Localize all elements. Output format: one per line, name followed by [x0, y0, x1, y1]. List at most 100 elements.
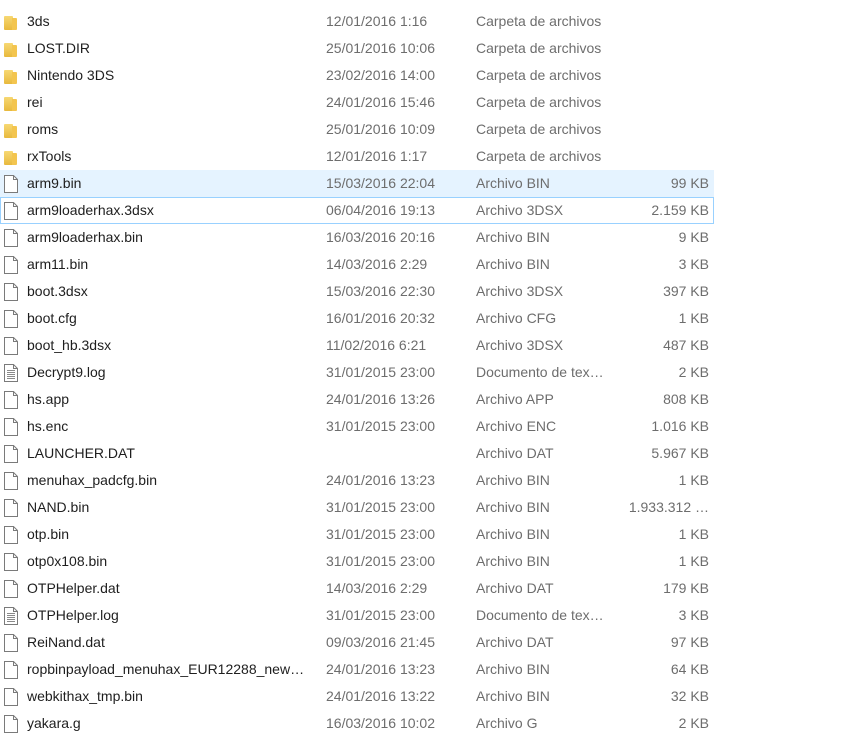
file-type: Documento de tex…: [476, 607, 604, 623]
file-size: 3 KB: [678, 607, 709, 623]
file-icon: [4, 499, 20, 517]
file-type: Archivo G: [476, 715, 538, 731]
file-icon: [4, 418, 20, 436]
file-row[interactable]: rei 24/01/2016 15:46 Carpeta de archivos: [0, 89, 714, 116]
file-icon: [4, 229, 20, 247]
file-row[interactable]: yakara.g 16/03/2016 10:02 Archivo G 2 KB: [0, 710, 714, 737]
file-size: [621, 117, 709, 142]
file-date-modified: 24/01/2016 13:23: [326, 661, 435, 677]
file-type: Documento de tex…: [476, 364, 604, 380]
icon-cell: [4, 630, 22, 655]
file-date-modified: 14/03/2016 2:29: [326, 580, 428, 596]
file-date-modified: 16/01/2016 20:32: [326, 310, 435, 326]
file-row[interactable]: ropbinpayload_menuhax_EUR12288_new… 24/0…: [0, 656, 714, 683]
file-date-modified: 25/01/2016 10:06: [326, 40, 435, 56]
file-row[interactable]: arm11.bin 14/03/2016 2:29 Archivo BIN 3 …: [0, 251, 714, 278]
file-row[interactable]: webkithax_tmp.bin 24/01/2016 13:22 Archi…: [0, 683, 714, 710]
file-icon: [4, 445, 20, 463]
icon-cell: [4, 306, 22, 331]
file-size: [621, 90, 709, 115]
file-name: boot.3dsx: [27, 283, 88, 299]
file-date-modified: [326, 441, 466, 466]
file-row[interactable]: arm9.bin 15/03/2016 22:04 Archivo BIN 99…: [0, 170, 714, 197]
icon-cell: [4, 603, 22, 628]
file-type: Carpeta de archivos: [476, 94, 602, 110]
file-row[interactable]: LAUNCHER.DAT Archivo DAT 5.967 KB: [0, 440, 714, 467]
file-row[interactable]: Decrypt9.log 31/01/2015 23:00 Documento …: [0, 359, 714, 386]
file-name: rei: [27, 94, 43, 110]
file-date-modified: 23/02/2016 14:00: [326, 67, 435, 83]
file-icon: [4, 202, 20, 220]
file-size: 97 KB: [670, 634, 709, 650]
file-name: LAUNCHER.DAT: [27, 445, 135, 461]
folder-icon: [4, 70, 17, 84]
icon-cell: [4, 117, 22, 142]
file-name: ReiNand.dat: [27, 634, 105, 650]
file-date-modified: 31/01/2015 23:00: [326, 364, 435, 380]
file-size: 487 KB: [663, 337, 709, 353]
file-name: yakara.g: [27, 715, 81, 731]
file-list: 3ds 12/01/2016 1:16 Carpeta de archivos …: [0, 8, 843, 737]
file-row[interactable]: otp0x108.bin 31/01/2015 23:00 Archivo BI…: [0, 548, 714, 575]
file-row[interactable]: roms 25/01/2016 10:09 Carpeta de archivo…: [0, 116, 714, 143]
file-type: Carpeta de archivos: [476, 13, 602, 29]
file-row[interactable]: boot.3dsx 15/03/2016 22:30 Archivo 3DSX …: [0, 278, 714, 305]
file-date-modified: 16/03/2016 10:02: [326, 715, 435, 731]
icon-cell: [4, 522, 22, 547]
file-size: 1.933.312 …: [628, 499, 709, 515]
file-row[interactable]: LOST.DIR 25/01/2016 10:06 Carpeta de arc…: [0, 35, 714, 62]
icon-cell: [4, 414, 22, 439]
file-type: Archivo ENC: [476, 418, 557, 434]
file-size: 9 KB: [678, 229, 709, 245]
file-icon: [4, 472, 20, 490]
file-date-modified: 31/01/2015 23:00: [326, 526, 435, 542]
icon-cell: [4, 252, 22, 277]
file-row[interactable]: hs.enc 31/01/2015 23:00 Archivo ENC 1.01…: [0, 413, 714, 440]
file-type: Archivo BIN: [476, 553, 550, 569]
file-date-modified: 31/01/2015 23:00: [326, 553, 435, 569]
file-size: 1 KB: [678, 553, 709, 569]
file-row[interactable]: 3ds 12/01/2016 1:16 Carpeta de archivos: [0, 8, 714, 35]
file-date-modified: 25/01/2016 10:09: [326, 121, 435, 137]
text-file-icon: [4, 364, 20, 382]
file-name: arm11.bin: [27, 256, 89, 272]
file-size: 2 KB: [678, 364, 709, 380]
icon-cell: [4, 9, 22, 34]
file-row[interactable]: OTPHelper.log 31/01/2015 23:00 Documento…: [0, 602, 714, 629]
file-type: Archivo DAT: [476, 580, 554, 596]
file-type: Archivo CFG: [476, 310, 557, 326]
folder-icon: [4, 16, 17, 30]
file-date-modified: 16/03/2016 20:16: [326, 229, 435, 245]
file-type: Archivo BIN: [476, 661, 550, 677]
file-row[interactable]: hs.app 24/01/2016 13:26 Archivo APP 808 …: [0, 386, 714, 413]
file-name: boot_hb.3dsx: [27, 337, 112, 353]
file-type: Archivo DAT: [476, 634, 554, 650]
file-name: roms: [27, 121, 59, 137]
file-type: Carpeta de archivos: [476, 40, 602, 56]
file-icon: [4, 688, 20, 706]
file-name: rxTools: [27, 148, 72, 164]
file-size: 32 KB: [670, 688, 709, 704]
file-row[interactable]: rxTools 12/01/2016 1:17 Carpeta de archi…: [0, 143, 714, 170]
file-name: OTPHelper.dat: [27, 580, 120, 596]
file-row[interactable]: boot_hb.3dsx 11/02/2016 6:21 Archivo 3DS…: [0, 332, 714, 359]
file-row[interactable]: boot.cfg 16/01/2016 20:32 Archivo CFG 1 …: [0, 305, 714, 332]
file-icon: [4, 715, 20, 733]
file-row[interactable]: ReiNand.dat 09/03/2016 21:45 Archivo DAT…: [0, 629, 714, 656]
icon-cell: [4, 90, 22, 115]
file-icon: [4, 526, 20, 544]
file-row[interactable]: menuhax_padcfg.bin 24/01/2016 13:23 Arch…: [0, 467, 714, 494]
file-row[interactable]: arm9loaderhax.bin 16/03/2016 20:16 Archi…: [0, 224, 714, 251]
file-date-modified: 15/03/2016 22:30: [326, 283, 435, 299]
file-row[interactable]: arm9loaderhax.3dsx 06/04/2016 19:13 Arch…: [0, 197, 714, 224]
file-row[interactable]: otp.bin 31/01/2015 23:00 Archivo BIN 1 K…: [0, 521, 714, 548]
file-size: 1 KB: [678, 526, 709, 542]
text-file-icon: [4, 607, 20, 625]
file-row[interactable]: Nintendo 3DS 23/02/2016 14:00 Carpeta de…: [0, 62, 714, 89]
file-name: otp0x108.bin: [27, 553, 108, 569]
file-size: 99 KB: [670, 175, 709, 191]
file-row[interactable]: NAND.bin 31/01/2015 23:00 Archivo BIN 1.…: [0, 494, 714, 521]
file-type: Archivo APP: [476, 391, 554, 407]
file-name: webkithax_tmp.bin: [27, 688, 143, 704]
file-row[interactable]: OTPHelper.dat 14/03/2016 2:29 Archivo DA…: [0, 575, 714, 602]
